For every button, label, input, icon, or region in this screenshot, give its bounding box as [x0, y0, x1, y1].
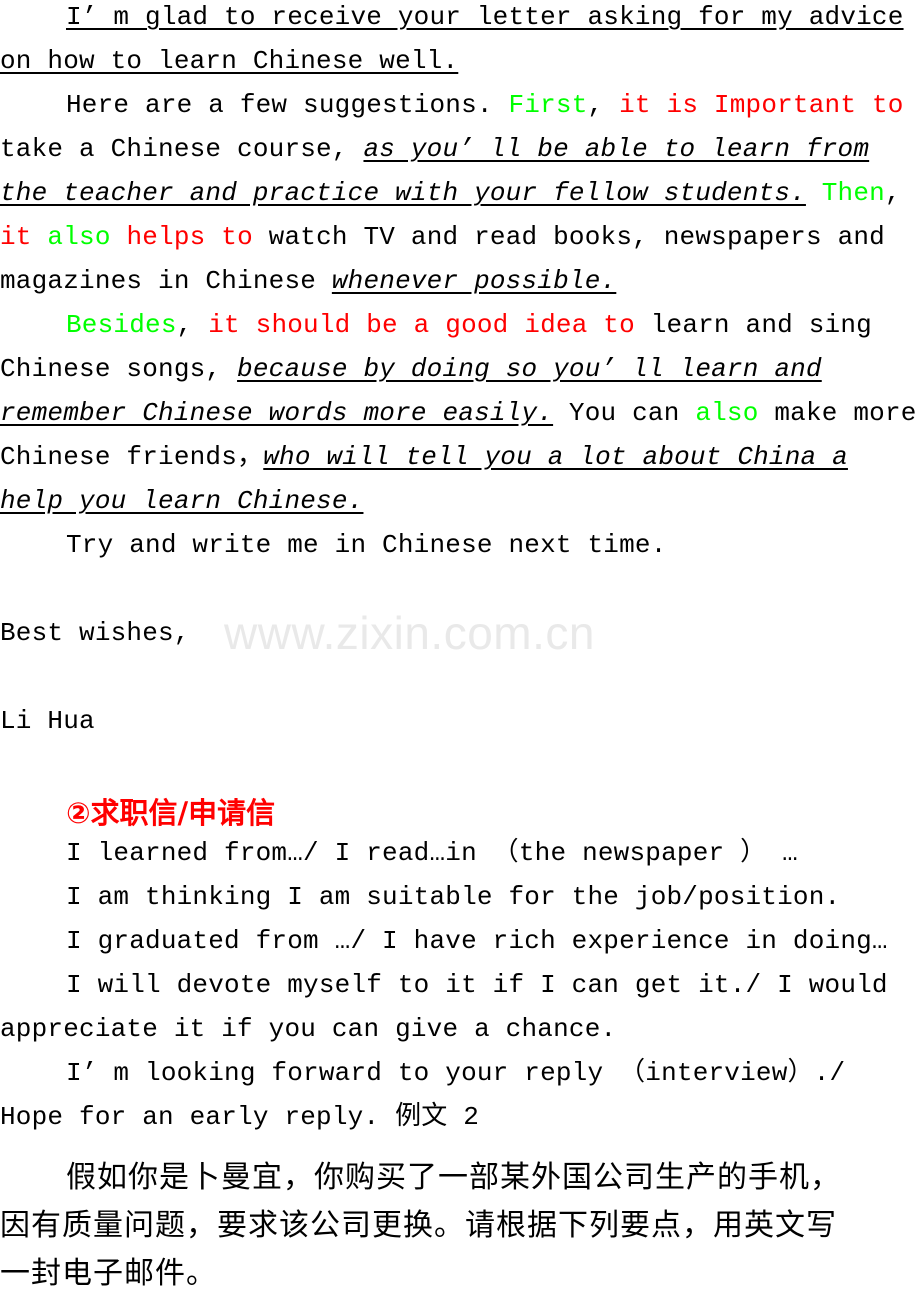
letter-line-2: on how to learn Chinese well. — [0, 46, 920, 76]
phrase-line-4-text: I will devote myself to it if I can get … — [66, 970, 888, 1000]
prompt-cn-line-1-text: 假如你是卜曼宜，你购买了一部某外国公司生产的手机， — [66, 1160, 841, 1195]
letter-line-1-text: I’ m glad to receive your letter asking … — [66, 2, 904, 32]
phrase-line-2: I am thinking I am suitable for the job/… — [0, 882, 920, 912]
section-heading-job-application: ②求职信/申请信 — [66, 796, 276, 830]
letter-line-6-it: it — [0, 222, 32, 252]
phrase-line-7: Hope for an early reply. 例文 2 — [0, 1102, 920, 1132]
letter-line-13: Try and write me in Chinese next time. — [0, 530, 920, 560]
prompt-cn-line-3: 一封电子邮件。 — [0, 1248, 217, 1292]
letter-line-11-italic: who will tell you a lot about China a — [263, 442, 848, 472]
letter-line-8-comma: , — [176, 310, 209, 340]
letter-line-12: help you learn Chinese. — [0, 486, 920, 516]
phrase-line-3-text: I graduated from …/ I have rich experien… — [66, 926, 888, 956]
letter-closing-text: Best wishes, — [0, 618, 190, 648]
letter-line-5-comma: , — [884, 178, 901, 208]
letter-line-7-italic: whenever possible. — [331, 266, 617, 296]
phrase-line-4: I will devote myself to it if I can get … — [0, 970, 920, 1000]
letter-closing: Best wishes, — [0, 618, 920, 648]
letter-line-6-space2 — [111, 222, 127, 252]
prompt-cn-line-2: 因有质量问题，要求该公司更换。请根据下列要点，用英文写 — [0, 1200, 837, 1244]
letter-line-5-italic: the teacher and practice with your fello… — [0, 178, 806, 208]
letter-signature-text: Li Hua — [0, 706, 95, 736]
letter-line-4: take a Chinese course, as you’ ll be abl… — [0, 134, 920, 164]
letter-line-10-italic: remember Chinese words more easily. — [0, 398, 554, 428]
letter-line-10: remember Chinese words more easily. You … — [0, 398, 920, 428]
letter-line-8: Besides, it should be a good idea to lea… — [0, 310, 920, 340]
letter-line-10-also: also — [695, 398, 759, 428]
phrase-line-5: appreciate it if you can give a chance. — [0, 1014, 920, 1044]
letter-line-6-also: also — [47, 222, 111, 252]
letter-line-7-plain: magazines in Chinese — [0, 266, 332, 296]
letter-line-5-space — [806, 178, 822, 208]
letter-line-9-plain: Chinese songs, — [0, 354, 238, 384]
letter-line-9-italic: because by doing so you’ ll learn and — [237, 354, 822, 384]
letter-line-4-italic: as you’ ll be able to learn from — [363, 134, 870, 164]
letter-line-12-italic: help you learn Chinese. — [0, 486, 364, 516]
letter-line-6-space1 — [32, 222, 48, 252]
letter-line-2-text: on how to learn Chinese well. — [0, 46, 459, 76]
phrase-line-5-text: appreciate it if you can give a chance. — [0, 1014, 617, 1044]
letter-line-11-plain: Chinese friends， — [0, 442, 264, 472]
phrase-line-2-text: I am thinking I am suitable for the job/… — [66, 882, 841, 912]
letter-line-6-plain: watch TV and read books, newspapers and — [252, 222, 885, 252]
letter-line-11: Chinese friends，who will tell you a lot … — [0, 442, 920, 472]
prompt-cn-line-3-text: 一封电子邮件。 — [0, 1256, 217, 1291]
phrase-line-3: I graduated from …/ I have rich experien… — [0, 926, 920, 956]
letter-line-10-plain1: You can — [553, 398, 696, 428]
letter-line-1: I’ m glad to receive your letter asking … — [0, 2, 920, 32]
letter-line-6: it also helps to watch TV and read books… — [0, 222, 920, 252]
prompt-cn-line-2-text: 因有质量问题，要求该公司更换。请根据下列要点，用英文写 — [0, 1208, 837, 1243]
letter-line-8-plain: learn and sing — [634, 310, 872, 340]
phrase-line-1-text: I learned from…/ I read…in （the newspape… — [66, 838, 798, 868]
letter-line-13-text: Try and write me in Chinese next time. — [66, 530, 667, 560]
letter-line-3-red: it is Important to — [619, 90, 904, 120]
letter-line-9: Chinese songs, because by doing so you’ … — [0, 354, 920, 384]
letter-line-5-then: Then — [821, 178, 885, 208]
phrase-line-6-text: I’ m looking forward to your reply （inte… — [66, 1058, 846, 1088]
letter-line-5: the teacher and practice with your fello… — [0, 178, 920, 208]
phrase-line-6: I’ m looking forward to your reply （inte… — [0, 1058, 920, 1088]
letter-line-3-plain: Here are a few suggestions. — [66, 90, 509, 120]
prompt-cn-line-1: 假如你是卜曼宜，你购买了一部某外国公司生产的手机， — [0, 1152, 841, 1196]
letter-line-4-plain: take a Chinese course, — [0, 134, 364, 164]
letter-line-3-first: First — [508, 90, 588, 120]
letter-line-8-red: it should be a good idea to — [208, 310, 635, 340]
document-page: www.zixin.com.cn I’ m glad to receive yo… — [0, 0, 920, 1302]
letter-line-7: magazines in Chinese whenever possible. — [0, 266, 920, 296]
letter-line-8-besides: Besides — [66, 310, 177, 340]
letter-line-3: Here are a few suggestions. First, it is… — [0, 90, 920, 120]
phrase-line-1: I learned from…/ I read…in （the newspape… — [0, 838, 920, 868]
letter-line-3-comma: , — [587, 90, 620, 120]
letter-signature: Li Hua — [0, 706, 920, 736]
phrase-line-7-text: Hope for an early reply. 例文 2 — [0, 1102, 480, 1132]
letter-line-6-helpsto: helps to — [126, 222, 253, 252]
letter-line-10-plain2: make more — [758, 398, 917, 428]
